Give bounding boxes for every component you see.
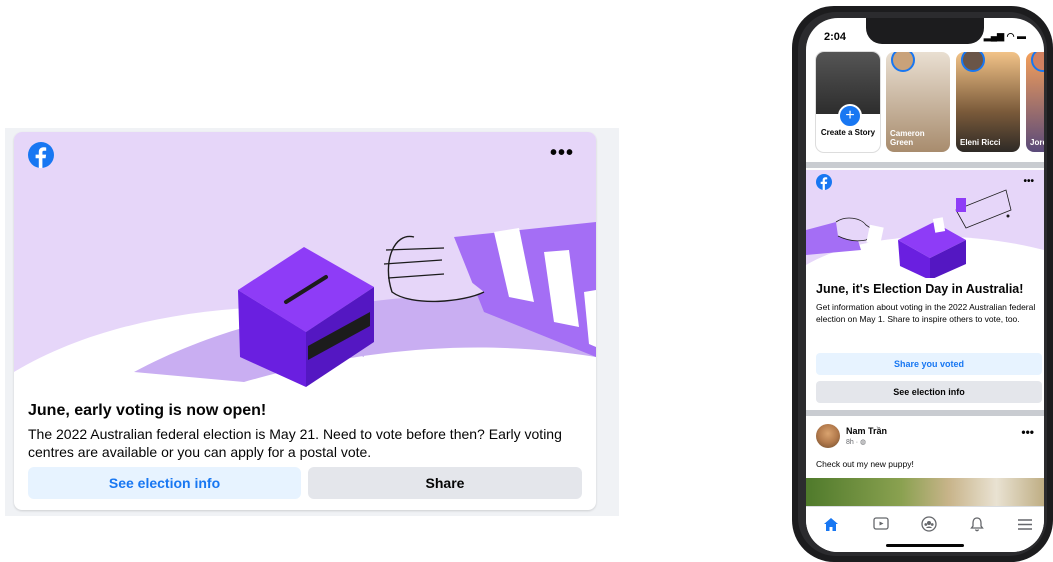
story-card[interactable]: Jorda Jones <box>1026 52 1044 152</box>
phone-notch <box>866 18 984 44</box>
signal-icon: ▂▄▆ <box>983 31 1005 41</box>
story-avatar <box>1031 52 1044 72</box>
story-avatar <box>891 52 915 72</box>
bell-icon <box>970 517 984 532</box>
status-icons: ▂▄▆ ◠ ▬ <box>984 31 1026 42</box>
post-photo[interactable] <box>806 478 1044 506</box>
menu-icon <box>1018 518 1032 530</box>
story-card[interactable]: Eleni Ricci <box>956 52 1020 152</box>
avatar[interactable] <box>816 424 840 448</box>
status-time: 2:04 <box>824 31 847 43</box>
more-options-button[interactable]: ••• <box>1023 177 1034 187</box>
post-text: Check out my new puppy! <box>816 459 914 469</box>
watch-icon <box>873 517 889 530</box>
tab-watch[interactable] <box>870 515 892 533</box>
tab-menu[interactable] <box>1014 515 1036 533</box>
phone-screen: 2:04 ▂▄▆ ◠ ▬ + Create a Story Cameron Gr… <box>806 18 1044 552</box>
story-card[interactable]: Cameron Green <box>886 52 950 152</box>
card-description: The 2022 Australian federal election is … <box>28 426 562 460</box>
election-card-description: Get information about voting in the 2022… <box>816 302 1036 324</box>
stories-tray: + Create a Story Cameron Green Eleni Ric… <box>806 52 1044 160</box>
facebook-logo-icon <box>816 174 832 190</box>
more-options-button[interactable]: ••• <box>550 143 574 163</box>
see-election-info-button[interactable]: See election info <box>816 381 1042 403</box>
story-name: Eleni Ricci <box>960 138 1001 147</box>
story-name: Jorda Jones <box>1030 138 1044 147</box>
election-reminder-card: ••• June, early voting is now open! The … <box>14 132 596 510</box>
facebook-logo-icon <box>28 142 54 168</box>
story-name: Cameron Green <box>890 129 925 147</box>
post-author[interactable]: Nam Trần <box>846 426 887 436</box>
story-avatar <box>961 52 985 72</box>
wifi-icon: ◠ <box>1006 31 1015 41</box>
post-meta: 8h · ◍ <box>846 439 867 446</box>
home-indicator <box>886 544 964 547</box>
battery-icon: ▬ <box>1017 31 1026 41</box>
tab-notifications[interactable] <box>966 515 988 533</box>
card-title: June, early voting is now open! <box>28 402 267 419</box>
election-day-illustration <box>806 170 1044 278</box>
tab-home[interactable] <box>820 515 842 533</box>
create-story-card[interactable]: + Create a Story <box>816 52 880 152</box>
share-you-voted-button[interactable]: Share you voted <box>816 353 1042 375</box>
feed-separator <box>806 410 1044 416</box>
see-election-info-button[interactable]: See election info <box>28 467 301 499</box>
plus-icon: + <box>838 104 862 128</box>
more-options-button[interactable]: ••• <box>1021 426 1034 438</box>
create-story-label: Create a Story <box>820 128 876 137</box>
home-icon <box>824 517 838 531</box>
feed-separator <box>806 162 1044 168</box>
share-button[interactable]: Share <box>308 467 582 499</box>
groups-icon <box>921 516 937 532</box>
ballot-box-illustration <box>14 132 596 398</box>
tab-groups[interactable] <box>918 515 940 533</box>
election-card-title: June, it's Election Day in Australia! <box>816 282 1024 296</box>
